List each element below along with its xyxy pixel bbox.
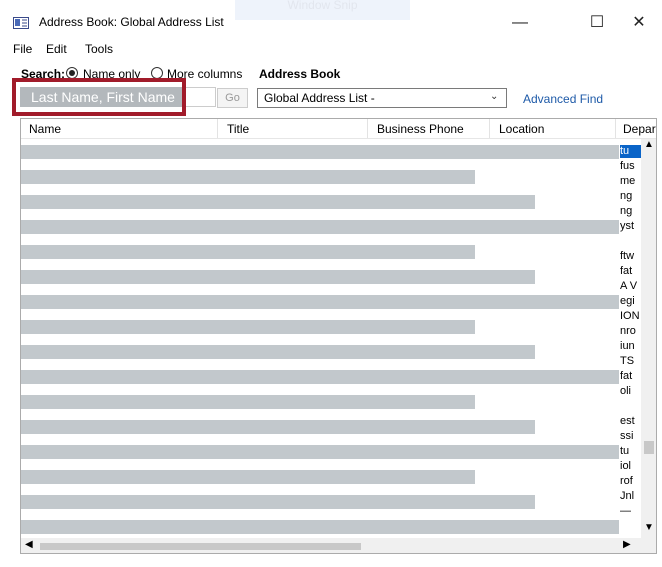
horizontal-scroll-thumb[interactable] — [40, 543, 361, 550]
window-title: Address Book: Global Address List — [39, 15, 224, 29]
list-header: Name Title Business Phone Location Depar — [21, 119, 656, 139]
horizontal-scrollbar[interactable]: ◀ ▶ — [21, 538, 656, 553]
table-row[interactable] — [21, 470, 475, 484]
menu-file[interactable]: File — [13, 42, 32, 56]
chevron-down-icon[interactable]: ⌄ — [490, 91, 498, 102]
go-button[interactable]: Go — [217, 88, 248, 108]
table-row[interactable] — [21, 220, 619, 234]
table-row[interactable] — [21, 295, 619, 309]
column-divider[interactable] — [615, 119, 616, 138]
table-row[interactable] — [21, 270, 535, 284]
vertical-scrollbar[interactable]: ▲ ▼ — [641, 139, 656, 538]
scroll-left-icon[interactable]: ◀ — [25, 539, 33, 550]
table-row[interactable] — [21, 445, 619, 459]
col-name[interactable]: Name — [29, 122, 61, 136]
col-department[interactable]: Depar — [623, 122, 656, 136]
column-divider[interactable] — [367, 119, 368, 138]
table-row[interactable] — [21, 495, 535, 509]
table-row[interactable] — [21, 420, 535, 434]
address-book-label: Address Book — [259, 67, 341, 81]
vertical-scroll-thumb[interactable] — [644, 441, 654, 454]
table-row[interactable] — [21, 245, 475, 259]
minimize-button[interactable]: — — [497, 8, 543, 38]
table-row[interactable] — [21, 520, 619, 534]
search-input[interactable]: Last Name, First Name — [20, 87, 182, 107]
menu-edit[interactable]: Edit — [46, 42, 67, 56]
table-row[interactable] — [21, 345, 535, 359]
table-row[interactable] — [21, 145, 619, 159]
col-business-phone[interactable]: Business Phone — [377, 122, 464, 136]
scroll-down-icon[interactable]: ▼ — [644, 522, 654, 533]
table-row[interactable] — [21, 370, 619, 384]
address-book-dropdown[interactable]: Global Address List - — [257, 88, 507, 108]
scroll-up-icon[interactable]: ▲ — [644, 139, 654, 150]
advanced-find-link[interactable]: Advanced Find — [523, 92, 603, 106]
results-list: Name Title Business Phone Location Depar… — [20, 118, 657, 554]
scroll-right-icon[interactable]: ▶ — [623, 539, 631, 550]
table-row[interactable] — [21, 395, 475, 409]
table-row[interactable] — [21, 170, 475, 184]
column-divider[interactable] — [489, 119, 490, 138]
maximize-button[interactable]: ☐ — [574, 8, 620, 38]
table-row[interactable] — [21, 320, 475, 334]
menu-tools[interactable]: Tools — [85, 42, 113, 56]
table-row[interactable] — [21, 195, 535, 209]
col-location[interactable]: Location — [499, 122, 544, 136]
close-button[interactable]: ✕ — [616, 8, 662, 38]
search-input-tail[interactable] — [186, 87, 216, 107]
address-book-icon — [13, 16, 29, 30]
col-title[interactable]: Title — [227, 122, 249, 136]
window-snip-overlay: Window Snip — [235, 0, 410, 20]
column-divider[interactable] — [217, 119, 218, 138]
